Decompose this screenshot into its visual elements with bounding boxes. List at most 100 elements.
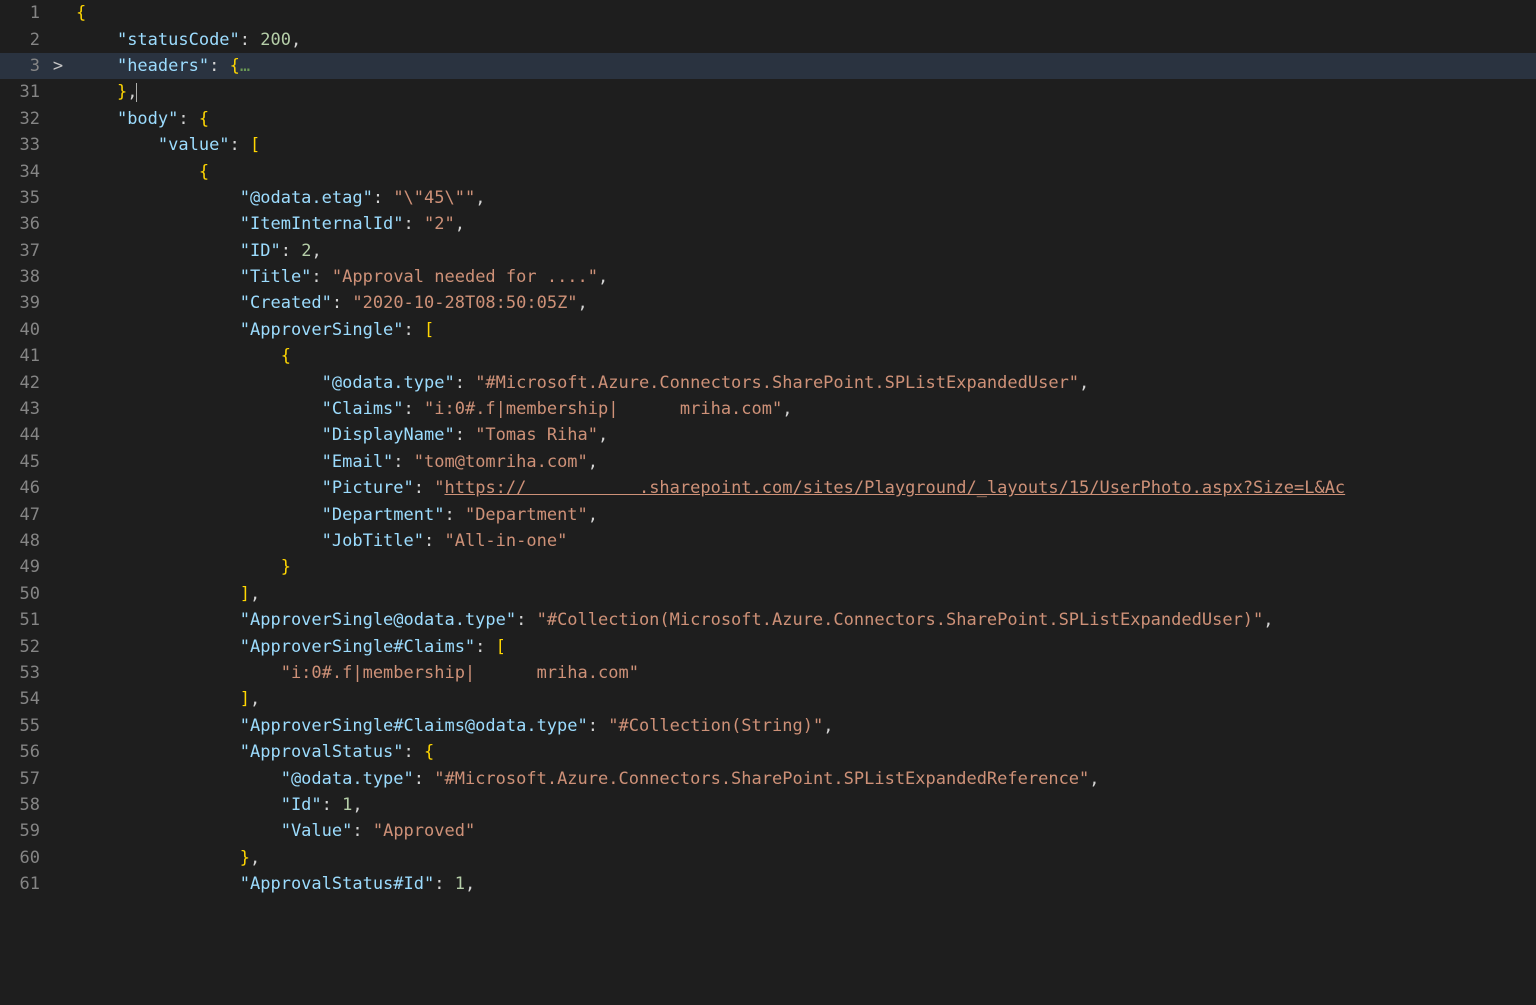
code-content[interactable]: "ApproverSingle": [ bbox=[68, 320, 434, 340]
token-punc: : bbox=[414, 478, 434, 498]
token-punc: : bbox=[281, 241, 301, 261]
token-punc bbox=[76, 267, 240, 287]
code-content[interactable]: "Email": "tom@tomriha.com", bbox=[68, 452, 598, 472]
line-number: 60 bbox=[0, 848, 48, 868]
code-line[interactable]: 57 "@odata.type": "#Microsoft.Azure.Conn… bbox=[0, 765, 1536, 791]
code-content[interactable]: "Claims": "i:0#.f|membership| mriha.com"… bbox=[68, 399, 793, 419]
token-string: "Department" bbox=[465, 505, 588, 525]
token-string: "All-in-one" bbox=[444, 531, 567, 551]
code-line[interactable]: 33 "value": [ bbox=[0, 132, 1536, 158]
code-content[interactable]: "Department": "Department", bbox=[68, 505, 598, 525]
code-line[interactable]: 36 "ItemInternalId": "2", bbox=[0, 211, 1536, 237]
code-line[interactable]: 37 "ID": 2, bbox=[0, 238, 1536, 264]
token-key: "Value" bbox=[281, 821, 353, 841]
token-punc: , bbox=[578, 293, 588, 313]
code-content[interactable]: "ApproverSingle@odata.type": "#Collectio… bbox=[68, 610, 1274, 630]
code-content[interactable]: "DisplayName": "Tomas Riha", bbox=[68, 425, 608, 445]
code-content[interactable]: "Value": "Approved" bbox=[68, 821, 475, 841]
code-content[interactable]: "Picture": "https:// .sharepoint.com/sit… bbox=[68, 478, 1345, 498]
token-string: "i:0#.f|membership| mriha.com" bbox=[281, 663, 639, 683]
code-editor[interactable]: 1{2 "statusCode": 200,3> "headers": {…31… bbox=[0, 0, 1536, 1005]
line-number: 33 bbox=[0, 135, 48, 155]
code-line[interactable]: 61 "ApprovalStatus#Id": 1, bbox=[0, 871, 1536, 897]
code-line[interactable]: 53 "i:0#.f|membership| mriha.com" bbox=[0, 660, 1536, 686]
code-line[interactable]: 46 "Picture": "https:// .sharepoint.com/… bbox=[0, 475, 1536, 501]
code-line[interactable]: 41 { bbox=[0, 343, 1536, 369]
code-content[interactable]: "@odata.type": "#Microsoft.Azure.Connect… bbox=[68, 769, 1100, 789]
code-line[interactable]: 45 "Email": "tom@tomriha.com", bbox=[0, 449, 1536, 475]
code-line[interactable]: 60 }, bbox=[0, 845, 1536, 871]
token-punc: , bbox=[455, 214, 465, 234]
token-delim: { bbox=[199, 162, 209, 182]
code-line[interactable]: 42 "@odata.type": "#Microsoft.Azure.Conn… bbox=[0, 369, 1536, 395]
code-line[interactable]: 40 "ApproverSingle": [ bbox=[0, 317, 1536, 343]
code-line[interactable]: 48 "JobTitle": "All-in-one" bbox=[0, 528, 1536, 554]
token-key: "Claims" bbox=[322, 399, 404, 419]
code-line[interactable]: 35 "@odata.etag": "\"45\"", bbox=[0, 185, 1536, 211]
code-line[interactable]: 54 ], bbox=[0, 686, 1536, 712]
code-content[interactable]: "Id": 1, bbox=[68, 795, 363, 815]
code-content[interactable]: "headers": {… bbox=[68, 56, 250, 76]
code-content[interactable]: { bbox=[68, 162, 209, 182]
token-punc: : bbox=[434, 874, 454, 894]
token-punc: , bbox=[823, 716, 833, 736]
code-line[interactable]: 55 "ApproverSingle#Claims@odata.type": "… bbox=[0, 713, 1536, 739]
code-content[interactable]: }, bbox=[68, 848, 260, 868]
code-content[interactable]: { bbox=[68, 3, 86, 23]
code-line[interactable]: 43 "Claims": "i:0#.f|membership| mriha.c… bbox=[0, 396, 1536, 422]
code-line[interactable]: 3> "headers": {… bbox=[0, 53, 1536, 79]
code-content[interactable]: ], bbox=[68, 584, 260, 604]
token-string: "Approval needed for ...." bbox=[332, 267, 598, 287]
token-string: "\"45\"" bbox=[393, 188, 475, 208]
code-content[interactable]: "value": [ bbox=[68, 135, 260, 155]
code-content[interactable]: "ItemInternalId": "2", bbox=[68, 214, 465, 234]
code-content[interactable]: "i:0#.f|membership| mriha.com" bbox=[68, 663, 639, 683]
token-delim: } bbox=[117, 82, 127, 102]
code-content[interactable]: { bbox=[68, 346, 291, 366]
code-line[interactable]: 56 "ApprovalStatus": { bbox=[0, 739, 1536, 765]
token-delim: { bbox=[230, 56, 240, 76]
code-line[interactable]: 47 "Department": "Department", bbox=[0, 501, 1536, 527]
code-content[interactable]: "Title": "Approval needed for ....", bbox=[68, 267, 608, 287]
code-line[interactable]: 59 "Value": "Approved" bbox=[0, 818, 1536, 844]
line-number: 35 bbox=[0, 188, 48, 208]
chevron-right-icon[interactable]: > bbox=[48, 56, 68, 76]
token-punc bbox=[76, 241, 240, 261]
token-punc bbox=[76, 320, 240, 340]
line-number: 1 bbox=[0, 3, 48, 23]
code-line[interactable]: 38 "Title": "Approval needed for ....", bbox=[0, 264, 1536, 290]
code-content[interactable]: "statusCode": 200, bbox=[68, 30, 301, 50]
code-line[interactable]: 49 } bbox=[0, 554, 1536, 580]
code-line[interactable]: 52 "ApproverSingle#Claims": [ bbox=[0, 633, 1536, 659]
code-line[interactable]: 39 "Created": "2020-10-28T08:50:05Z", bbox=[0, 290, 1536, 316]
line-number: 61 bbox=[0, 874, 48, 894]
token-punc: : bbox=[322, 795, 342, 815]
code-content[interactable]: "Created": "2020-10-28T08:50:05Z", bbox=[68, 293, 588, 313]
code-content[interactable]: "JobTitle": "All-in-one" bbox=[68, 531, 567, 551]
code-content[interactable]: "ID": 2, bbox=[68, 241, 322, 261]
code-line[interactable]: 31 }, bbox=[0, 79, 1536, 105]
token-key: "headers" bbox=[117, 56, 209, 76]
token-punc bbox=[76, 769, 281, 789]
code-content[interactable]: "ApproverSingle#Claims@odata.type": "#Co… bbox=[68, 716, 833, 736]
code-content[interactable]: "ApprovalStatus": { bbox=[68, 742, 434, 762]
code-content[interactable]: "@odata.etag": "\"45\"", bbox=[68, 188, 485, 208]
code-content[interactable]: "ApproverSingle#Claims": [ bbox=[68, 637, 506, 657]
code-line[interactable]: 1{ bbox=[0, 0, 1536, 26]
code-line[interactable]: 51 "ApproverSingle@odata.type": "#Collec… bbox=[0, 607, 1536, 633]
token-string: "i:0#.f|membership| mriha.com" bbox=[424, 399, 782, 419]
code-line[interactable]: 32 "body": { bbox=[0, 106, 1536, 132]
token-punc: : bbox=[455, 373, 475, 393]
code-line[interactable]: 34 { bbox=[0, 158, 1536, 184]
code-content[interactable]: "ApprovalStatus#Id": 1, bbox=[68, 874, 475, 894]
code-content[interactable]: "body": { bbox=[68, 109, 209, 129]
code-content[interactable]: "@odata.type": "#Microsoft.Azure.Connect… bbox=[68, 373, 1089, 393]
code-line[interactable]: 50 ], bbox=[0, 581, 1536, 607]
token-punc: : bbox=[230, 135, 250, 155]
code-line[interactable]: 2 "statusCode": 200, bbox=[0, 26, 1536, 52]
code-content[interactable]: ], bbox=[68, 689, 260, 709]
code-content[interactable]: } bbox=[68, 557, 291, 577]
code-line[interactable]: 44 "DisplayName": "Tomas Riha", bbox=[0, 422, 1536, 448]
code-content[interactable]: }, bbox=[68, 82, 137, 102]
code-line[interactable]: 58 "Id": 1, bbox=[0, 792, 1536, 818]
